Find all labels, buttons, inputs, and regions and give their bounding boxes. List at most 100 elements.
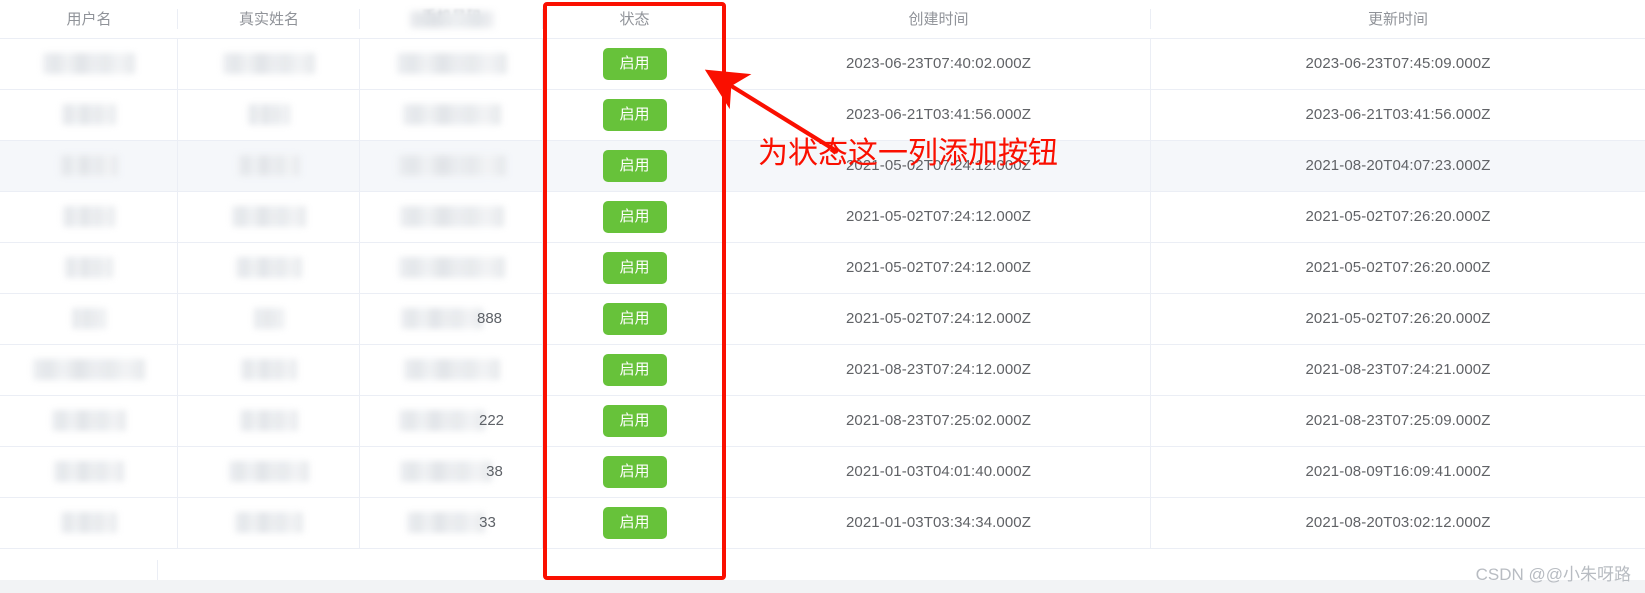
redaction-block bbox=[235, 512, 303, 533]
cell-create-time: 2021-08-23T07:25:02.000Z bbox=[726, 395, 1151, 447]
cell-create-time: 2021-05-02T07:24:12.000Z bbox=[726, 242, 1151, 294]
table-header-row: 用户名 真实姓名 手机号码 状态 创建时间 更新时间 bbox=[0, 0, 1645, 39]
cell-status: 启用 bbox=[543, 446, 726, 498]
redaction-block bbox=[399, 206, 504, 227]
redaction-block bbox=[400, 308, 483, 329]
redaction-block bbox=[62, 104, 116, 125]
cell-status: 启用 bbox=[543, 89, 726, 141]
cell-username bbox=[0, 293, 178, 345]
status-enable-button[interactable]: 启用 bbox=[602, 251, 667, 284]
table-row[interactable]: 启用 2023-06-23T07:40:02.000Z 2023-06-23T07:… bbox=[0, 38, 1645, 90]
redaction-block bbox=[223, 53, 315, 74]
cell-update-time: 2021-05-02T07:26:20.000Z bbox=[1151, 191, 1645, 243]
column-header-username-label: 用户名 bbox=[66, 11, 112, 29]
cell-realname bbox=[178, 242, 360, 294]
redaction-block bbox=[400, 461, 493, 482]
cell-username bbox=[0, 497, 178, 549]
table-row[interactable]: 启用 2023-06-21T03:41:56.000Z 2023-06-21T03:… bbox=[0, 89, 1645, 141]
cell-realname bbox=[178, 140, 360, 192]
cell-create-time: 2021-01-03T03:34:34.000Z bbox=[726, 497, 1151, 549]
cell-update-time: 2021-05-02T07:26:20.000Z bbox=[1151, 242, 1645, 294]
cell-realname bbox=[178, 344, 360, 396]
column-header-update-time-label: 更新时间 bbox=[1367, 11, 1428, 29]
status-enable-button[interactable]: 启用 bbox=[602, 455, 667, 488]
redaction-block bbox=[232, 206, 306, 227]
cell-username bbox=[0, 395, 178, 447]
column-header-realname[interactable]: 真实姓名 bbox=[178, 0, 360, 39]
table-row[interactable]: 38 启用 2021-01-03T04:01:40.000Z 2021-08-09T1… bbox=[0, 446, 1645, 498]
column-header-create-time[interactable]: 创建时间 bbox=[726, 0, 1151, 39]
cell-status: 启用 bbox=[543, 293, 726, 345]
table-row[interactable]: 启用 2021-05-02T07:24:12.000Z 2021-08-20T04:… bbox=[0, 140, 1645, 192]
cell-username bbox=[0, 140, 178, 192]
cell-phone: 222 bbox=[360, 395, 543, 447]
redaction-block bbox=[65, 257, 113, 278]
cell-status: 启用 bbox=[543, 395, 726, 447]
cell-realname bbox=[178, 191, 360, 243]
table-row[interactable]: 33 启用 2021-01-03T03:34:34.000Z 2021-08-20T0… bbox=[0, 497, 1645, 549]
column-header-status[interactable]: 状态 bbox=[543, 0, 726, 39]
table-page: 用户名 真实姓名 手机号码 状态 创建时间 更新时间 bbox=[0, 0, 1645, 593]
csdn-watermark: CSDN @@小朱呀路 bbox=[1475, 565, 1631, 584]
status-enable-button[interactable]: 启用 bbox=[602, 506, 667, 539]
status-enable-button[interactable]: 启用 bbox=[602, 47, 667, 80]
status-enable-button[interactable]: 启用 bbox=[602, 353, 667, 386]
status-enable-button[interactable]: 启用 bbox=[602, 404, 667, 437]
page-background-strip bbox=[0, 580, 1645, 593]
cell-realname bbox=[178, 293, 360, 345]
cell-create-time: 2021-08-23T07:24:12.000Z bbox=[726, 344, 1151, 396]
redaction-block bbox=[236, 257, 302, 278]
cell-realname bbox=[178, 395, 360, 447]
table-header: 用户名 真实姓名 手机号码 状态 创建时间 更新时间 bbox=[0, 0, 1645, 39]
column-header-realname-label: 真实姓名 bbox=[238, 11, 299, 29]
phone-visible-digits: 38 bbox=[486, 463, 503, 480]
table-row[interactable]: 启用 2021-08-23T07:24:12.000Z 2021-08-23T07:… bbox=[0, 344, 1645, 396]
redaction-block bbox=[398, 410, 485, 431]
redaction-block bbox=[240, 410, 298, 431]
status-enable-button[interactable]: 启用 bbox=[602, 98, 667, 131]
phone-visible-digits: 33 bbox=[479, 514, 496, 531]
redaction-block bbox=[60, 155, 118, 176]
status-enable-button[interactable]: 启用 bbox=[602, 149, 667, 182]
redaction-block bbox=[52, 410, 126, 431]
cell-update-time: 2021-05-02T07:26:20.000Z bbox=[1151, 293, 1645, 345]
redaction-block bbox=[397, 155, 506, 176]
cell-username bbox=[0, 344, 178, 396]
cell-status: 启用 bbox=[543, 38, 726, 90]
column-header-phone[interactable]: 手机号码 bbox=[360, 0, 543, 39]
cell-realname bbox=[178, 497, 360, 549]
redaction-block bbox=[407, 512, 486, 533]
redaction-block bbox=[254, 308, 284, 329]
user-table: 用户名 真实姓名 手机号码 状态 创建时间 更新时间 bbox=[0, 0, 1645, 549]
cell-update-time: 2021-08-20T03:02:12.000Z bbox=[1151, 497, 1645, 549]
redaction-block bbox=[229, 461, 309, 482]
table-row[interactable]: 222 启用 2021-08-23T07:25:02.000Z 2021-08-23T… bbox=[0, 395, 1645, 447]
cell-phone bbox=[360, 242, 543, 294]
cell-status: 启用 bbox=[543, 242, 726, 294]
column-header-username[interactable]: 用户名 bbox=[0, 0, 178, 39]
cell-update-time: 2023-06-21T03:41:56.000Z bbox=[1151, 89, 1645, 141]
redaction-block bbox=[402, 104, 501, 125]
cell-create-time: 2021-05-02T07:24:12.000Z bbox=[726, 191, 1151, 243]
cell-phone bbox=[360, 38, 543, 90]
redaction-block bbox=[43, 53, 135, 74]
cell-phone bbox=[360, 344, 543, 396]
cell-realname bbox=[178, 446, 360, 498]
status-enable-button[interactable]: 启用 bbox=[602, 302, 667, 335]
column-header-update-time[interactable]: 更新时间 bbox=[1151, 0, 1645, 39]
phone-visible-digits: 222 bbox=[478, 412, 505, 429]
table-row[interactable]: 启用 2021-05-02T07:24:12.000Z 2021-05-02T07:… bbox=[0, 242, 1645, 294]
cell-status: 启用 bbox=[543, 191, 726, 243]
status-enable-button[interactable]: 启用 bbox=[602, 200, 667, 233]
cell-username bbox=[0, 191, 178, 243]
table-row[interactable]: 888 启用 2021-05-02T07:24:12.000Z 2021-05-02T… bbox=[0, 293, 1645, 345]
redaction-block bbox=[72, 308, 106, 329]
redaction-block bbox=[248, 104, 290, 125]
cell-phone bbox=[360, 140, 543, 192]
table-body: 启用 2023-06-23T07:40:02.000Z 2023-06-23T07:… bbox=[0, 38, 1645, 549]
table-row[interactable]: 启用 2021-05-02T07:24:12.000Z 2021-05-02T07:… bbox=[0, 191, 1645, 243]
cell-update-time: 2021-08-09T16:09:41.000Z bbox=[1151, 446, 1645, 498]
cell-phone bbox=[360, 89, 543, 141]
cell-update-time: 2021-08-23T07:24:21.000Z bbox=[1151, 344, 1645, 396]
redaction-block bbox=[61, 512, 117, 533]
